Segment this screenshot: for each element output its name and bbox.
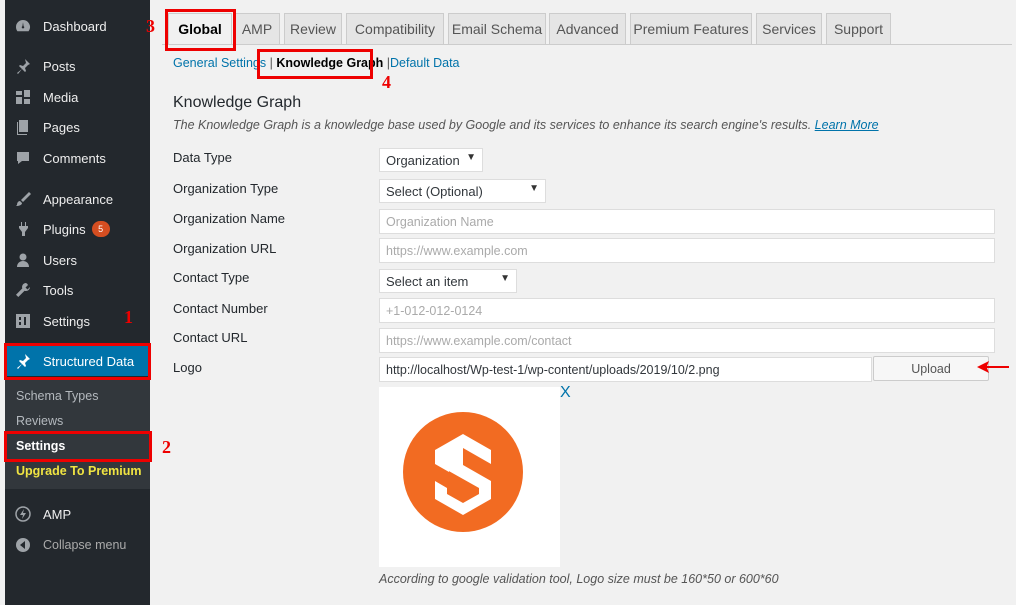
contact-number-input[interactable]: +1-012-012-0124 xyxy=(379,298,995,323)
contact-url-input[interactable]: https://www.example.com/contact xyxy=(379,328,995,353)
menu-label: Comments xyxy=(43,150,106,166)
logo-label: Logo xyxy=(173,360,202,375)
highlight-box-structured-data xyxy=(4,343,151,380)
pin-icon xyxy=(13,56,33,76)
brush-icon xyxy=(13,189,33,209)
subnav-general-settings[interactable]: General Settings xyxy=(173,56,266,70)
menu-label: Appearance xyxy=(43,191,114,207)
organization-url-label: Organization URL xyxy=(173,241,277,256)
logo-size-note: According to google validation tool, Log… xyxy=(379,572,779,586)
contact-type-select[interactable]: Select an item ▼ xyxy=(379,269,517,293)
settings-icon xyxy=(13,311,33,331)
learn-more-link[interactable]: Learn More xyxy=(815,118,879,132)
menu-appearance[interactable]: Appearance xyxy=(5,184,150,214)
organization-name-label: Organization Name xyxy=(173,211,285,226)
menu-label: Pages xyxy=(43,119,80,135)
menu-label: Tools xyxy=(43,282,74,298)
tab-advanced[interactable]: Advanced xyxy=(549,13,626,44)
dropdown-arrow-icon: ▼ xyxy=(500,273,510,284)
organization-name-input[interactable]: Organization Name xyxy=(379,209,995,234)
highlight-box-settings xyxy=(4,431,152,462)
wrench-icon xyxy=(13,280,33,300)
menu-label: Media xyxy=(43,89,79,105)
menu-dashboard[interactable]: Dashboard xyxy=(5,11,150,41)
logo-url-input[interactable]: http://localhost/Wp-test-1/wp-content/up… xyxy=(379,357,872,382)
submenu-reviews[interactable]: Reviews xyxy=(16,414,63,428)
menu-label: Collapse menu xyxy=(43,538,127,552)
menu-comments[interactable]: Comments xyxy=(5,143,150,173)
menu-label: Dashboard xyxy=(43,18,107,34)
tab-review[interactable]: Review xyxy=(284,13,342,44)
menu-label: Posts xyxy=(43,58,76,74)
organization-url-input[interactable]: https://www.example.com xyxy=(379,238,995,263)
tab-services[interactable]: Services xyxy=(756,13,822,44)
tab-amp[interactable]: AMP xyxy=(234,13,280,44)
dropdown-arrow-icon: ▼ xyxy=(529,183,539,194)
collapse-menu-button[interactable]: Collapse menu xyxy=(5,530,150,560)
description-text: The Knowledge Graph is a knowledge base … xyxy=(173,118,812,132)
dropdown-arrow-icon: ▼ xyxy=(466,152,476,163)
menu-tools[interactable]: Tools xyxy=(5,275,150,305)
organization-type-select[interactable]: Select (Optional) ▼ xyxy=(379,179,546,203)
select-value: Select (Optional) xyxy=(386,183,483,199)
menu-users[interactable]: Users xyxy=(5,245,150,275)
user-icon xyxy=(13,250,33,270)
upload-button[interactable]: Upload xyxy=(873,356,989,381)
tab-compatibility[interactable]: Compatibility xyxy=(346,13,444,44)
organization-type-label: Organization Type xyxy=(173,181,279,196)
remove-logo-button[interactable]: X xyxy=(560,384,571,402)
highlight-box-knowledge-graph xyxy=(257,49,373,79)
logo-image xyxy=(403,412,523,532)
tab-email-schema[interactable]: Email Schema xyxy=(448,13,546,44)
tab-premium-features[interactable]: Premium Features xyxy=(630,13,752,44)
subnav-default-data[interactable]: Default Data xyxy=(390,56,459,70)
select-value: Select an item xyxy=(386,273,469,289)
menu-label: Users xyxy=(43,252,77,268)
menu-label: Settings xyxy=(43,313,90,329)
submenu-schema-types[interactable]: Schema Types xyxy=(16,389,98,403)
media-icon xyxy=(13,87,33,107)
menu-media[interactable]: Media xyxy=(5,82,150,112)
contact-url-label: Contact URL xyxy=(173,330,248,345)
section-title: Knowledge Graph xyxy=(173,94,302,111)
select-value: Organization xyxy=(386,152,460,168)
pages-icon xyxy=(13,117,33,137)
menu-label: Plugins xyxy=(43,221,86,237)
contact-number-label: Contact Number xyxy=(173,301,268,316)
data-type-label: Data Type xyxy=(173,150,233,165)
highlight-box-global-tab xyxy=(165,9,236,51)
menu-posts[interactable]: Posts xyxy=(5,51,150,81)
tab-support[interactable]: Support xyxy=(826,13,891,44)
submenu-upgrade-premium[interactable]: Upgrade To Premium xyxy=(16,464,141,478)
admin-sidebar: Dashboard Posts Media Pages Comments App… xyxy=(5,0,150,605)
menu-plugins[interactable]: Plugins 5 xyxy=(5,214,150,244)
plugin-update-badge: 5 xyxy=(91,221,110,237)
contact-type-label: Contact Type xyxy=(173,270,250,285)
plugin-icon xyxy=(13,219,33,239)
comment-icon xyxy=(13,148,33,168)
annotation-number: 3 xyxy=(146,16,155,36)
annotation-number: 2 xyxy=(162,437,171,457)
annotation-number: 4 xyxy=(382,72,391,92)
data-type-select[interactable]: Organization ▼ xyxy=(379,148,483,172)
collapse-icon xyxy=(13,535,33,555)
menu-label: AMP xyxy=(43,506,72,522)
section-description: The Knowledge Graph is a knowledge base … xyxy=(173,118,879,132)
red-arrow-icon xyxy=(977,361,1009,373)
tab-bar-divider xyxy=(162,44,1012,45)
logo-preview xyxy=(379,387,560,567)
annotation-number: 1 xyxy=(124,307,133,327)
amp-icon xyxy=(13,504,33,524)
dashboard-icon xyxy=(13,16,33,36)
menu-pages[interactable]: Pages xyxy=(5,112,150,142)
menu-amp[interactable]: AMP xyxy=(5,499,150,529)
